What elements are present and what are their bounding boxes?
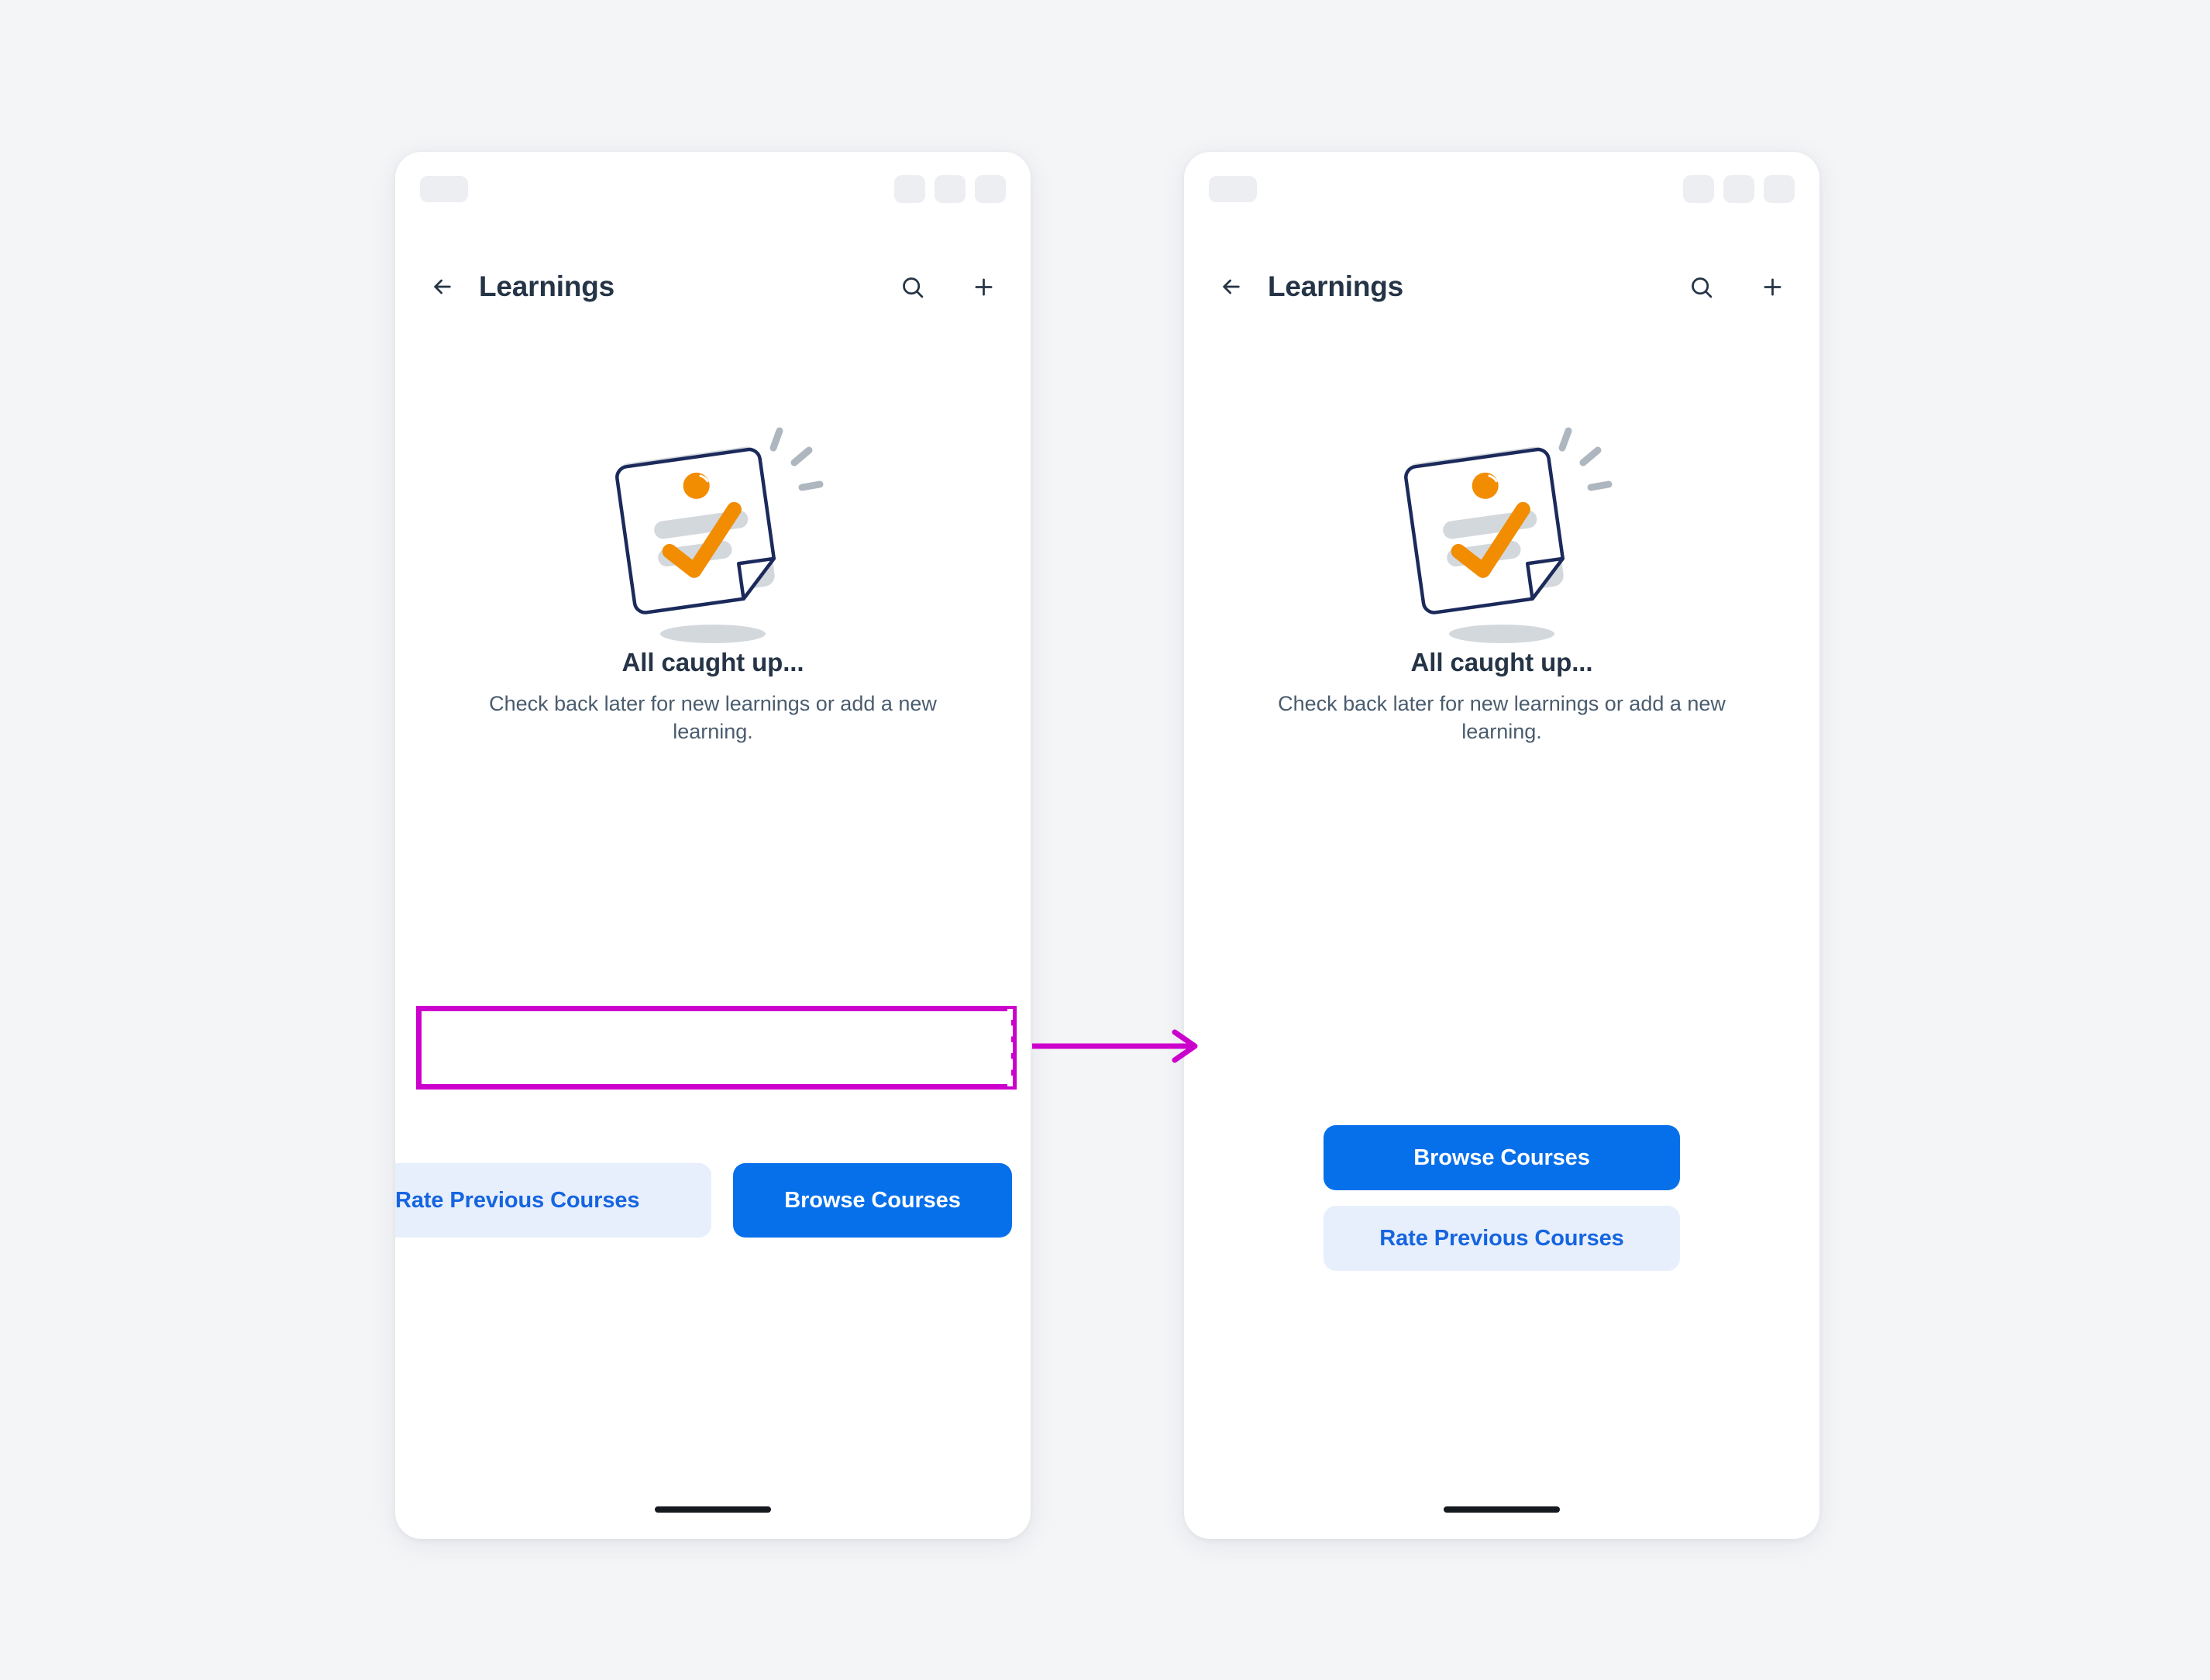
- plus-icon[interactable]: [1751, 266, 1793, 308]
- sparkle-lines: [769, 427, 824, 491]
- app-bar-actions: [1680, 266, 1793, 308]
- page-title: Learnings: [479, 270, 615, 302]
- status-bar-right-group: [1683, 175, 1795, 203]
- rate-previous-courses-button[interactable]: Rate Previous Courses: [1324, 1206, 1680, 1271]
- status-bar-right-group: [894, 175, 1006, 203]
- status-pill-3: [975, 175, 1006, 203]
- all-caught-up-note-illustration: [585, 384, 841, 648]
- empty-state-title: All caught up...: [621, 648, 804, 676]
- status-pill-3: [1764, 175, 1795, 203]
- empty-state-title: All caught up...: [1410, 648, 1593, 676]
- app-bar: Learnings: [1184, 251, 1819, 322]
- ground-shadow: [660, 625, 766, 643]
- browse-courses-button[interactable]: Browse Courses: [733, 1163, 1012, 1238]
- arrow-left-icon[interactable]: [1210, 266, 1252, 308]
- comparison-canvas: Learnings All caught up... Check back la…: [0, 0, 2210, 1680]
- status-pill-1: [1683, 175, 1714, 203]
- button-stack-fixed: Browse Courses Rate Previous Courses: [1184, 1125, 1819, 1271]
- app-bar: Learnings: [395, 251, 1031, 322]
- search-icon[interactable]: [891, 266, 933, 308]
- app-bar-actions: [891, 266, 1004, 308]
- page-title: Learnings: [1268, 270, 1404, 302]
- signal-pill: [420, 176, 468, 202]
- empty-state-body: Check back later for new learnings or ad…: [1278, 692, 1726, 744]
- phone-screen-before: Learnings All caught up... Check back la…: [395, 152, 1031, 1539]
- button-row-overflowing: Rate Previous Courses Browse Courses: [395, 1163, 1031, 1238]
- rate-previous-courses-button[interactable]: Rate Previous Courses: [395, 1163, 711, 1238]
- empty-state-body: Check back later for new learnings or ad…: [489, 692, 937, 744]
- status-bar: [1184, 152, 1819, 226]
- search-icon[interactable]: [1680, 266, 1722, 308]
- plus-icon[interactable]: [962, 266, 1004, 308]
- home-indicator: [655, 1506, 771, 1513]
- browse-courses-button[interactable]: Browse Courses: [1324, 1125, 1680, 1190]
- arrow-left-icon[interactable]: [422, 266, 463, 308]
- phone-screen-after: Learnings All caught up... Check back la…: [1184, 152, 1819, 1539]
- all-caught-up-note-illustration: [1374, 384, 1630, 648]
- home-indicator: [1444, 1506, 1560, 1513]
- status-pill-2: [1723, 175, 1754, 203]
- status-pill-2: [935, 175, 966, 203]
- status-pill-1: [894, 175, 925, 203]
- ground-shadow: [1449, 625, 1554, 643]
- empty-state-after: All caught up... Check back later for ne…: [1184, 384, 1819, 745]
- annotation-arrow-icon: [1032, 1029, 1198, 1063]
- sparkle-lines: [1558, 427, 1613, 491]
- status-bar: [395, 152, 1031, 226]
- empty-state-before: All caught up... Check back later for ne…: [395, 384, 1031, 745]
- signal-pill: [1209, 176, 1257, 202]
